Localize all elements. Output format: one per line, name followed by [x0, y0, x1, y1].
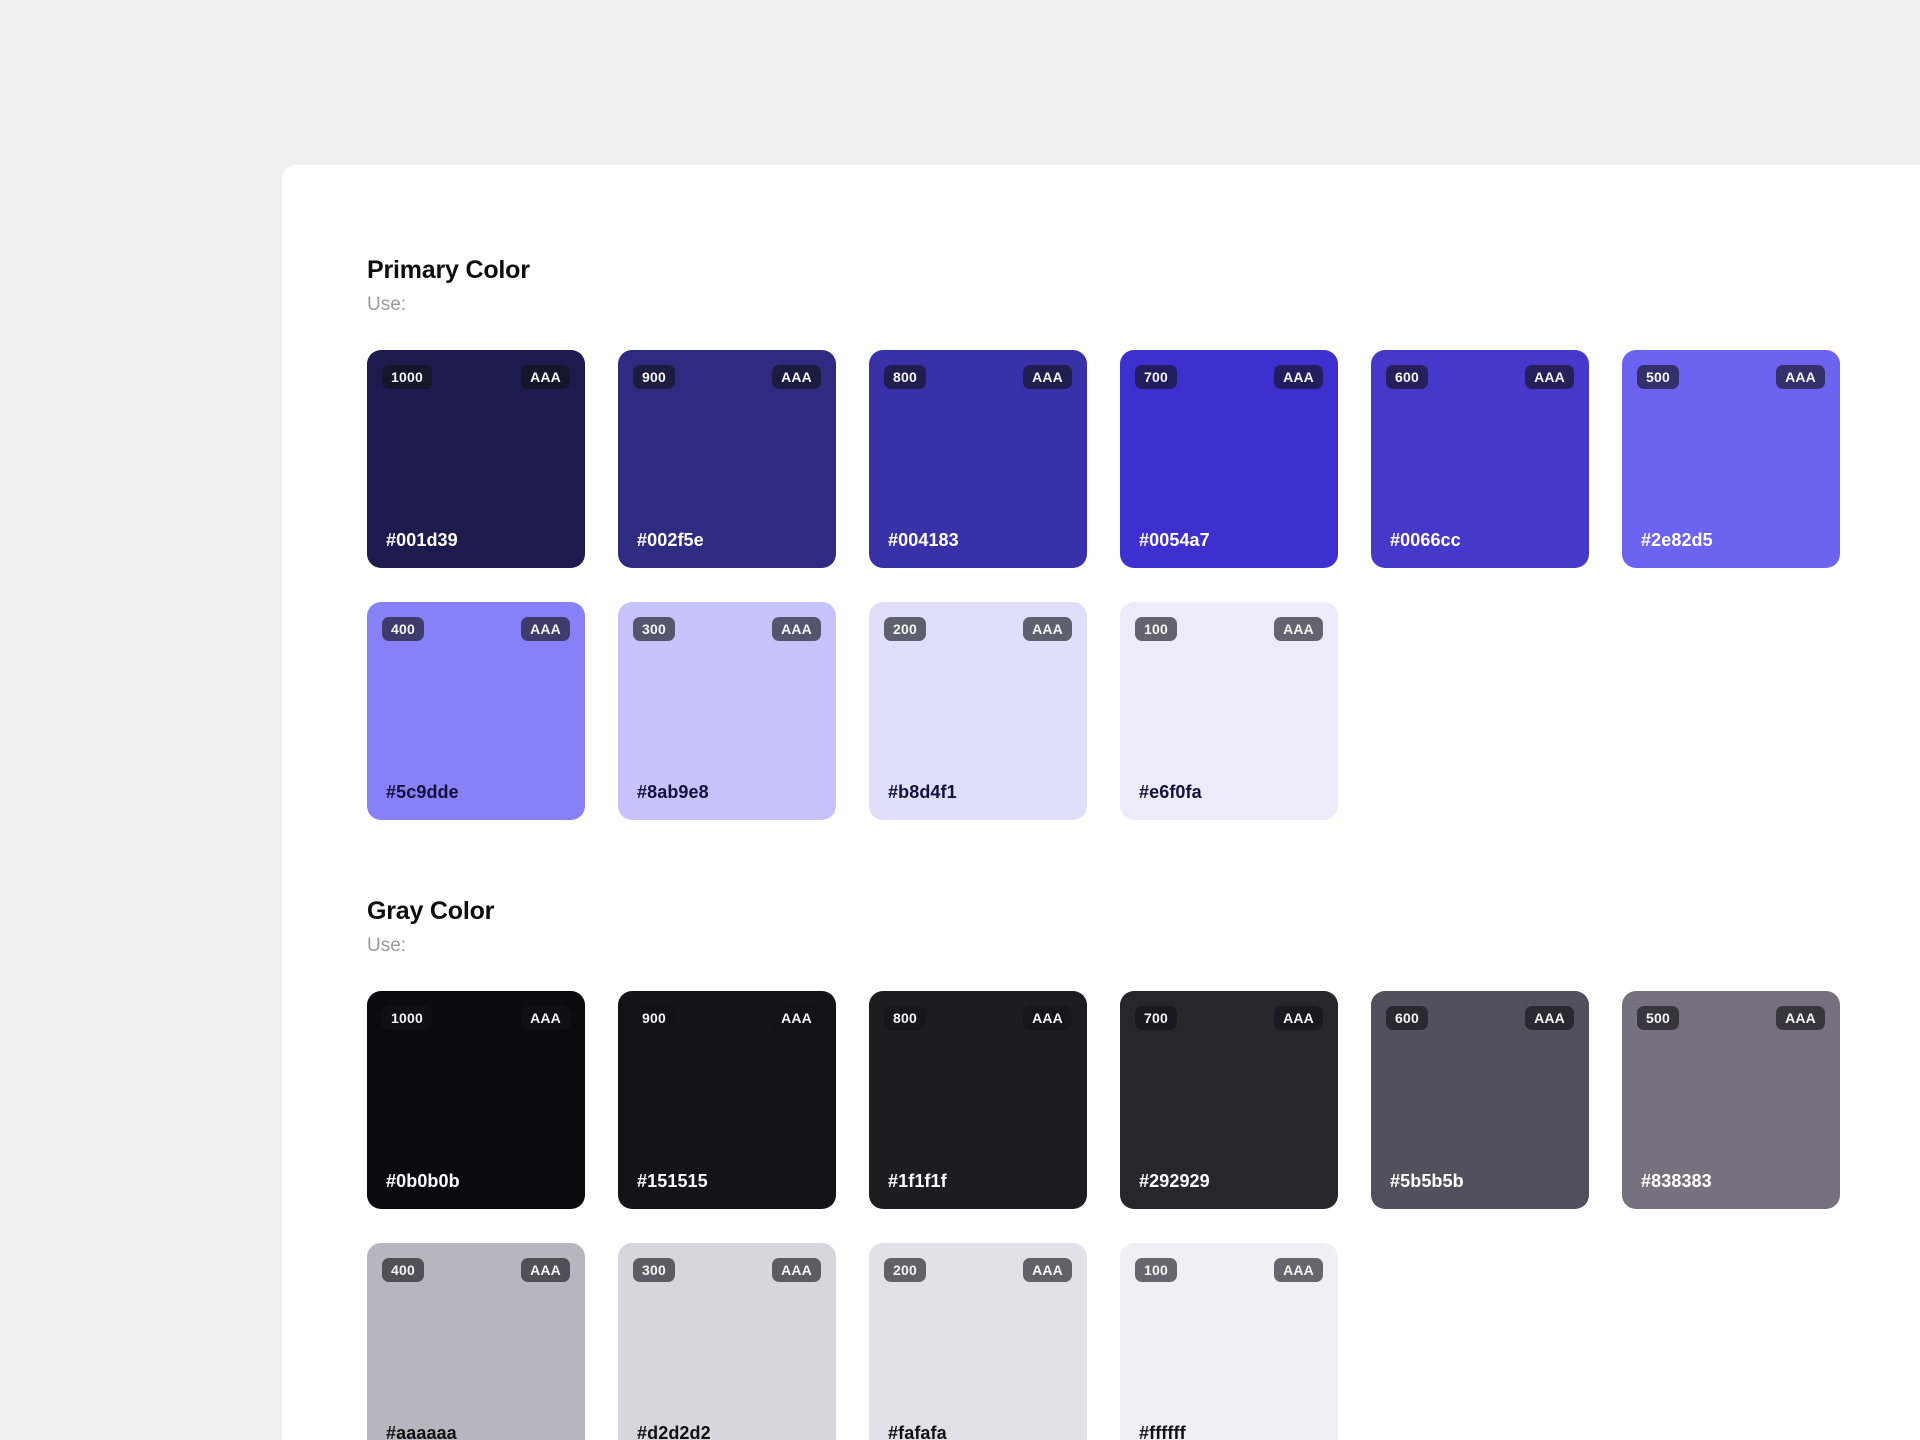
scale-badge: 300	[633, 1258, 675, 1282]
contrast-badge: AAA	[1023, 1006, 1072, 1030]
contrast-badge: AAA	[521, 365, 570, 389]
color-swatch-900: 900 AAA #002f5e	[618, 350, 836, 568]
hex-label: #d2d2d2	[637, 1423, 711, 1440]
hex-label: #fafafa	[888, 1423, 947, 1440]
contrast-badge: AAA	[1525, 365, 1574, 389]
scale-badge: 700	[1135, 365, 1177, 389]
scale-badge: 200	[884, 617, 926, 641]
hex-label: #0066cc	[1390, 530, 1461, 551]
color-swatch-400: 400 AAA #aaaaaa	[367, 1243, 585, 1440]
color-swatch-200: 200 AAA #fafafa	[869, 1243, 1087, 1440]
scale-badge: 900	[633, 1006, 675, 1030]
color-swatch-300: 300 AAA #d2d2d2	[618, 1243, 836, 1440]
scale-badge: 600	[1386, 365, 1428, 389]
use-label: Use:	[367, 291, 1920, 318]
contrast-badge: AAA	[1274, 365, 1323, 389]
hex-label: #838383	[1641, 1171, 1712, 1192]
scale-badge: 400	[382, 1258, 424, 1282]
scale-badge: 800	[884, 1006, 926, 1030]
palette-section-gray-color: Gray Color Use: 1000 AAA #0b0b0b 900 AAA #15151…	[367, 896, 1920, 1440]
hex-label: #151515	[637, 1171, 708, 1192]
color-swatch-800: 800 AAA #1f1f1f	[869, 991, 1087, 1209]
contrast-badge: AAA	[1776, 1006, 1825, 1030]
color-swatch-700: 700 AAA #0054a7	[1120, 350, 1338, 568]
hex-label: #8ab9e8	[637, 782, 709, 803]
color-swatch-200: 200 AAA #b8d4f1	[869, 602, 1087, 820]
contrast-badge: AAA	[1023, 617, 1072, 641]
section-title: Gray Color	[367, 896, 1920, 926]
color-swatch-800: 800 AAA #004183	[869, 350, 1087, 568]
hex-label: #002f5e	[637, 530, 704, 551]
contrast-badge: AAA	[521, 1258, 570, 1282]
scale-badge: 200	[884, 1258, 926, 1282]
hex-label: #001d39	[386, 530, 458, 551]
contrast-badge: AAA	[521, 617, 570, 641]
scale-badge: 900	[633, 365, 675, 389]
contrast-badge: AAA	[772, 617, 821, 641]
hex-label: #5b5b5b	[1390, 1171, 1464, 1192]
contrast-badge: AAA	[1525, 1006, 1574, 1030]
color-swatch-100: 100 AAA #e6f0fa	[1120, 602, 1338, 820]
hex-label: #aaaaaa	[386, 1423, 457, 1440]
palette-sections: Primary Color Use: 1000 AAA #001d39 900 AAA #00…	[367, 255, 1920, 1440]
hex-label: #1f1f1f	[888, 1171, 947, 1192]
color-swatch-1000: 1000 AAA #001d39	[367, 350, 585, 568]
color-swatch-400: 400 AAA #5c9dde	[367, 602, 585, 820]
scale-badge: 1000	[382, 1006, 432, 1030]
scale-badge: 800	[884, 365, 926, 389]
color-swatch-100: 100 AAA #ffffff	[1120, 1243, 1338, 1440]
color-swatch-1000: 1000 AAA #0b0b0b	[367, 991, 585, 1209]
hex-label: #2e82d5	[1641, 530, 1713, 551]
contrast-badge: AAA	[1274, 1258, 1323, 1282]
content-panel: Primary Color Use: 1000 AAA #001d39 900 AAA #00…	[282, 165, 1920, 1440]
swatch-grid: 1000 AAA #0b0b0b 900 AAA #151515 800 AAA #1f1f1f…	[367, 991, 1840, 1440]
color-swatch-500: 500 AAA #2e82d5	[1622, 350, 1840, 568]
contrast-badge: AAA	[1776, 365, 1825, 389]
scale-badge: 700	[1135, 1006, 1177, 1030]
color-swatch-600: 600 AAA #5b5b5b	[1371, 991, 1589, 1209]
scale-badge: 500	[1637, 1006, 1679, 1030]
contrast-badge: AAA	[1274, 1006, 1323, 1030]
palette-section-primary-color: Primary Color Use: 1000 AAA #001d39 900 AAA #00…	[367, 255, 1920, 820]
contrast-badge: AAA	[1023, 1258, 1072, 1282]
scale-badge: 1000	[382, 365, 432, 389]
scale-badge: 600	[1386, 1006, 1428, 1030]
color-swatch-300: 300 AAA #8ab9e8	[618, 602, 836, 820]
hex-label: #0b0b0b	[386, 1171, 460, 1192]
contrast-badge: AAA	[772, 1006, 821, 1030]
hex-label: #292929	[1139, 1171, 1210, 1192]
hex-label: #0054a7	[1139, 530, 1210, 551]
color-swatch-500: 500 AAA #838383	[1622, 991, 1840, 1209]
page: Primary Color Use: 1000 AAA #001d39 900 AAA #00…	[0, 0, 1920, 1440]
color-swatch-600: 600 AAA #0066cc	[1371, 350, 1589, 568]
hex-label: #004183	[888, 530, 959, 551]
contrast-badge: AAA	[772, 1258, 821, 1282]
contrast-badge: AAA	[521, 1006, 570, 1030]
contrast-badge: AAA	[1023, 365, 1072, 389]
use-label: Use:	[367, 932, 1920, 959]
hex-label: #b8d4f1	[888, 782, 957, 803]
contrast-badge: AAA	[772, 365, 821, 389]
scale-badge: 500	[1637, 365, 1679, 389]
section-title: Primary Color	[367, 255, 1920, 285]
swatch-grid: 1000 AAA #001d39 900 AAA #002f5e 800 AAA #004183…	[367, 350, 1840, 820]
hex-label: #ffffff	[1139, 1423, 1186, 1440]
scale-badge: 100	[1135, 617, 1177, 641]
hex-label: #5c9dde	[386, 782, 459, 803]
scale-badge: 300	[633, 617, 675, 641]
scale-badge: 100	[1135, 1258, 1177, 1282]
scale-badge: 400	[382, 617, 424, 641]
hex-label: #e6f0fa	[1139, 782, 1202, 803]
color-swatch-700: 700 AAA #292929	[1120, 991, 1338, 1209]
contrast-badge: AAA	[1274, 617, 1323, 641]
color-swatch-900: 900 AAA #151515	[618, 991, 836, 1209]
